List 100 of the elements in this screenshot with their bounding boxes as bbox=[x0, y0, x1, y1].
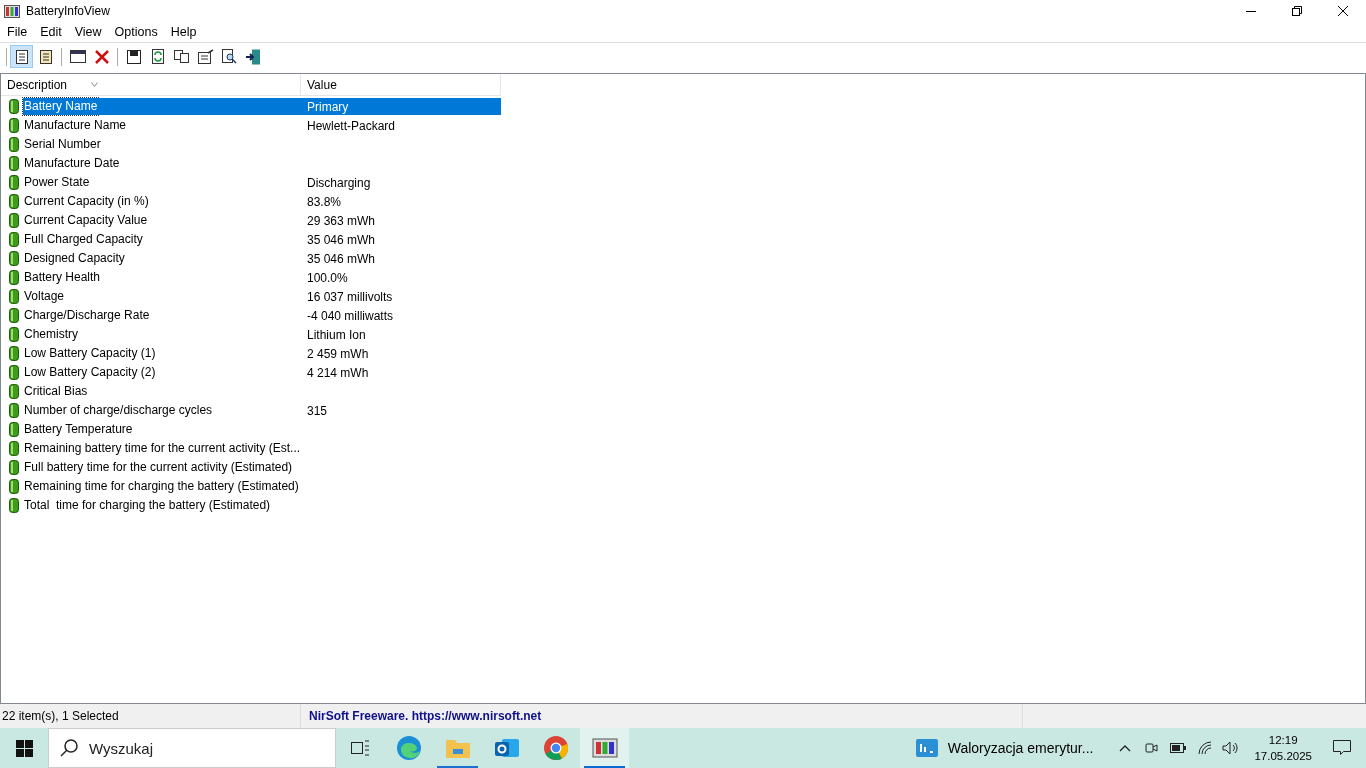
time-text: 12:19 bbox=[1268, 733, 1298, 748]
table-row[interactable]: Number of charge/discharge cycles 315 bbox=[1, 401, 1365, 420]
battery-icon bbox=[9, 498, 19, 513]
description-cell: Current Capacity Value bbox=[23, 212, 149, 229]
date-text: 17.05.2025 bbox=[1254, 749, 1312, 764]
windows-icon bbox=[15, 739, 33, 757]
value-cell-text: 35 046 mWh bbox=[307, 231, 376, 249]
table-row[interactable]: Manufacture Date bbox=[1, 154, 1365, 173]
battery-icon bbox=[9, 384, 19, 399]
document-icon bbox=[15, 49, 28, 64]
notifications-icon bbox=[1333, 740, 1351, 756]
battery-icon bbox=[9, 232, 19, 247]
chevron-up-icon bbox=[1119, 744, 1132, 752]
column-header[interactable]: Description bbox=[1, 74, 301, 96]
table-row[interactable]: Serial Number bbox=[1, 135, 1365, 154]
menu-item[interactable]: View bbox=[68, 22, 108, 42]
description-cell: Manufacture Name bbox=[23, 117, 128, 134]
copy-icon bbox=[174, 50, 189, 63]
description-cell: Battery Health bbox=[23, 269, 102, 286]
menu-item[interactable]: File bbox=[1, 22, 34, 42]
battery-icon bbox=[9, 289, 19, 304]
value-cell-text: Primary bbox=[307, 98, 349, 116]
table-row[interactable]: Charge/Discharge Rate -4 040 milliwatts bbox=[1, 306, 1365, 325]
table-row[interactable]: Remaining battery time for the current activity (Est... bbox=[1, 439, 1365, 458]
table-row[interactable]: Low Battery Capacity (1) 2 459 mWh bbox=[1, 344, 1365, 363]
description-cell: Low Battery Capacity (1) bbox=[23, 345, 157, 362]
value-cell-text: 4 214 mWh bbox=[307, 364, 369, 382]
description-cell: Current Capacity (in %) bbox=[23, 193, 150, 210]
clock[interactable]: 12:19 17.05.2025 bbox=[1248, 732, 1318, 764]
search-icon bbox=[222, 49, 237, 64]
battery-icon bbox=[9, 213, 19, 228]
table-row[interactable]: Chemistry Lithium Ion bbox=[1, 325, 1365, 344]
battery-icon bbox=[9, 137, 19, 152]
menu-item[interactable]: Options bbox=[108, 22, 164, 42]
save-icon bbox=[126, 49, 141, 64]
battery-icon bbox=[9, 479, 19, 494]
table-row[interactable]: Critical Bias bbox=[1, 382, 1365, 401]
table-row[interactable]: Full battery time for the current activity (Estimated) bbox=[1, 458, 1365, 477]
description-cell: Full Charged Capacity bbox=[23, 231, 144, 248]
status-count: 22 item(s), 1 Selected bbox=[1, 708, 120, 725]
camera-icon bbox=[1145, 741, 1159, 755]
menu-item[interactable]: Edit bbox=[34, 22, 68, 42]
value-cell-text: 315 bbox=[307, 402, 328, 420]
close-icon bbox=[1338, 6, 1348, 16]
table-row[interactable]: Power State Discharging bbox=[1, 173, 1365, 192]
search-field[interactable]: Wyszukaj bbox=[48, 728, 336, 768]
table-row[interactable]: Battery Temperature bbox=[1, 420, 1365, 439]
table-row[interactable]: Total time for charging the battery (Estimated) bbox=[1, 496, 1365, 515]
taskbar-app-button[interactable] bbox=[580, 728, 629, 768]
restore-icon bbox=[1292, 6, 1302, 16]
table-row[interactable]: Battery Health 100.0% bbox=[1, 268, 1365, 287]
battery-icon bbox=[9, 308, 19, 323]
speaker-icon bbox=[1222, 741, 1241, 755]
description-cell: Designed Capacity bbox=[23, 250, 126, 267]
search-icon bbox=[60, 739, 78, 757]
exit-icon bbox=[246, 48, 261, 65]
description-cell: Battery Name bbox=[23, 98, 99, 115]
delete-icon bbox=[94, 49, 109, 64]
description-cell: Serial Number bbox=[23, 136, 102, 153]
description-cell: Remaining battery time for the current activity (Est... bbox=[23, 440, 302, 457]
value-cell-text: Discharging bbox=[307, 174, 371, 192]
battery-icon bbox=[9, 175, 19, 190]
battery-icon bbox=[9, 403, 19, 418]
battery-icon bbox=[9, 270, 19, 285]
table-row[interactable]: Low Battery Capacity (2) 4 214 mWh bbox=[1, 363, 1365, 382]
table-row[interactable]: Full Charged Capacity 35 046 mWh bbox=[1, 230, 1365, 249]
table-row[interactable]: Manufacture Name Hewlett-Packard bbox=[1, 116, 1365, 135]
description-cell: Number of charge/discharge cycles bbox=[23, 402, 214, 419]
battery-icon bbox=[9, 422, 19, 437]
description-cell: Low Battery Capacity (2) bbox=[23, 364, 157, 381]
description-cell: Battery Temperature bbox=[23, 421, 134, 438]
menu-item[interactable]: Help bbox=[164, 22, 203, 42]
folder-icon bbox=[444, 737, 471, 759]
refresh-icon bbox=[151, 49, 164, 64]
value-cell-text: 16 037 millivolts bbox=[307, 288, 393, 306]
battery-icon bbox=[9, 460, 19, 475]
table-row[interactable]: Current Capacity (in %) 83.8% bbox=[1, 192, 1365, 211]
description-cell: Full battery time for the current activity (Estimated) bbox=[23, 459, 294, 476]
news-widget[interactable]: Waloryzacja emerytur... bbox=[913, 728, 1096, 768]
description-cell: Chemistry bbox=[23, 326, 79, 343]
value-cell-text: 2 459 mWh bbox=[307, 345, 369, 363]
battery-icon bbox=[9, 441, 19, 456]
table-row[interactable]: Current Capacity Value 29 363 mWh bbox=[1, 211, 1365, 230]
value-cell-text: 29 363 mWh bbox=[307, 212, 376, 230]
table-row[interactable]: Designed Capacity 35 046 mWh bbox=[1, 249, 1365, 268]
task-view-icon bbox=[351, 740, 369, 756]
table-row[interactable]: Battery Name Primary bbox=[1, 97, 1365, 116]
list-view-button[interactable] bbox=[10, 45, 33, 68]
value-cell-text: 83.8% bbox=[307, 193, 342, 211]
window-icon bbox=[69, 50, 86, 63]
document-icon bbox=[39, 49, 52, 64]
report-icon bbox=[197, 49, 214, 64]
column-header[interactable]: Value bbox=[301, 74, 501, 96]
description-cell: Manufacture Date bbox=[23, 155, 121, 172]
battery-icon bbox=[9, 365, 19, 380]
window-title: BatteryInfoView bbox=[26, 3, 110, 20]
value-cell-text: -4 040 milliwatts bbox=[307, 307, 394, 325]
table-row[interactable]: Remaining time for charging the battery (Estimated) bbox=[1, 477, 1365, 496]
battery-app-icon bbox=[591, 738, 618, 758]
table-row[interactable]: Voltage 16 037 millivolts bbox=[1, 287, 1365, 306]
